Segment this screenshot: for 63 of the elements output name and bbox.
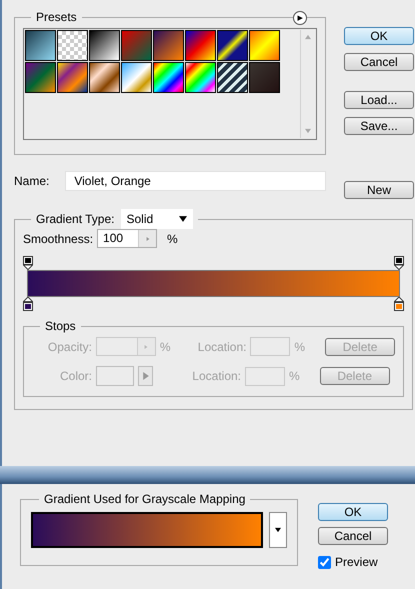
name-label: Name: [14, 174, 50, 188]
dialog-button[interactable]: Save... [344, 117, 414, 135]
color-swatch[interactable] [96, 366, 134, 386]
dialog-button[interactable]: OK [344, 27, 414, 45]
gradient-swatch[interactable] [121, 62, 152, 93]
location-label: Location: [196, 340, 246, 354]
arrow-icon [144, 344, 148, 348]
gradient-dropdown-button[interactable] [269, 512, 287, 548]
gradient-swatch[interactable] [57, 30, 88, 61]
arrow-icon [305, 34, 311, 40]
dialog-button[interactable]: Cancel [318, 527, 388, 545]
location-field[interactable] [250, 337, 290, 356]
gradient-swatch[interactable] [25, 62, 56, 93]
dialog-button[interactable]: Cancel [344, 53, 414, 71]
location-label: Location: [191, 369, 241, 383]
gradient-swatch[interactable] [89, 30, 120, 61]
gradient-bar[interactable] [27, 270, 400, 297]
gradient-swatch[interactable] [153, 30, 184, 61]
stop-field-label: Color: [58, 369, 92, 383]
gradient-swatch[interactable] [217, 62, 248, 93]
smoothness-label: Smoothness: [23, 232, 94, 246]
color-arrow-button[interactable] [138, 366, 153, 386]
gradient-stop-marker[interactable] [394, 256, 404, 270]
gradient-swatch[interactable] [57, 62, 88, 93]
gradient-type-dropdown[interactable]: Solid [120, 209, 192, 229]
percent-label: % [289, 369, 300, 383]
slider-popup-button[interactable] [138, 230, 156, 247]
gradient-stop-marker[interactable] [23, 256, 33, 270]
preview-label: Preview [335, 555, 378, 569]
location-field[interactable] [245, 366, 285, 386]
group-title: Gradient Used for Grayscale Mapping [43, 492, 246, 506]
gradient-swatch[interactable] [121, 30, 152, 61]
smoothness-field[interactable]: 100 [97, 229, 158, 248]
gradient-stop-marker[interactable] [394, 297, 404, 311]
gradient-preview[interactable] [31, 512, 263, 548]
gradient-swatch[interactable] [89, 62, 120, 93]
stops-title: Stops [44, 319, 77, 333]
name-field[interactable]: Violet, Orange [65, 171, 326, 191]
gradient-swatch[interactable] [185, 62, 216, 93]
gradient-swatch[interactable] [185, 30, 216, 61]
caret-icon [178, 215, 186, 223]
percent-label: % [294, 340, 306, 354]
gradient-swatch[interactable] [25, 30, 56, 61]
slider-popup-button[interactable] [136, 338, 155, 355]
gradient-stop-marker[interactable] [23, 297, 33, 311]
gradient-type-label: Gradient Type: [36, 212, 114, 226]
gradient-swatch[interactable] [249, 62, 280, 93]
gradient-swatch[interactable] [217, 30, 248, 61]
arrow-icon [305, 128, 311, 134]
opacity-field[interactable] [96, 337, 156, 356]
percent-label: % [167, 232, 178, 246]
arrow-icon [142, 372, 150, 380]
new-button[interactable]: New [344, 181, 414, 199]
gradient-swatch[interactable] [153, 62, 184, 93]
preview-checkbox[interactable] [318, 556, 331, 568]
presets-title: Presets [35, 10, 78, 24]
gradient-swatch[interactable] [249, 30, 280, 61]
arrow-icon [146, 236, 150, 240]
dialog-button[interactable]: Load... [344, 91, 414, 109]
caret-icon [275, 527, 281, 533]
stop-field-label: Opacity: [46, 340, 92, 354]
dialog-button[interactable]: OK [318, 503, 388, 521]
percent-label: % [160, 340, 171, 354]
